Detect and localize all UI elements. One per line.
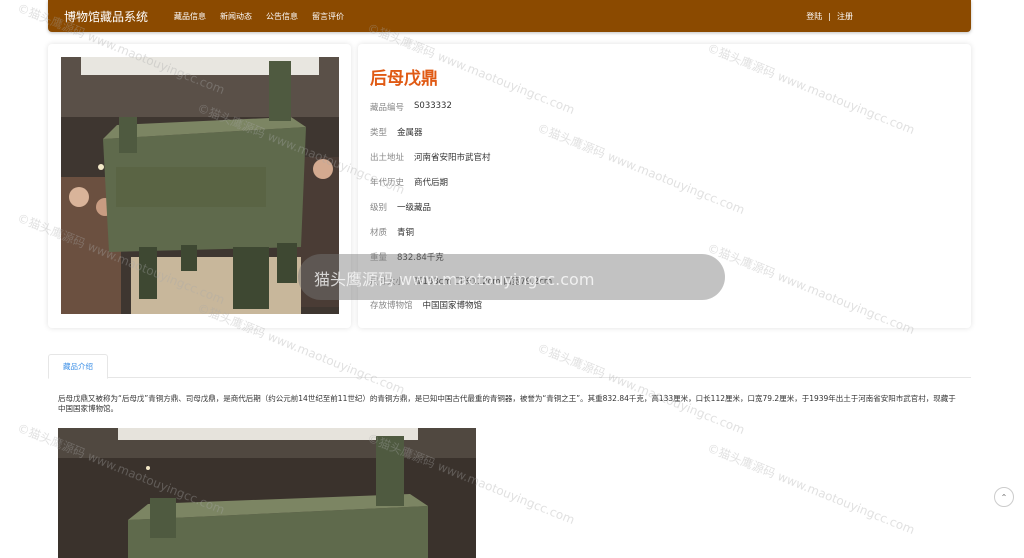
field-value: 中国国家博物馆 (422, 301, 483, 311)
chevron-up-icon: ⌃ (1000, 492, 1008, 502)
field-row-material: 材质 青铜 (370, 226, 414, 238)
description-photo (58, 428, 476, 558)
watermark: ©猫头鹰源码 www.maotouyingcc.com (705, 440, 917, 538)
watermark-overlay: 猫头鹰源码 www.maotouyingcc.com (298, 254, 725, 300)
field-value: 青铜 (397, 228, 415, 238)
overlay-text: 猫头鹰源码 www.maotouyingcc.com (314, 270, 595, 289)
field-row-era: 年代历史 商代后期 (370, 176, 448, 188)
field-row-level: 级别 一级藏品 (370, 201, 431, 213)
field-label: 级别 (370, 203, 388, 213)
nav-link-collections[interactable]: 藏品信息 (174, 11, 206, 22)
field-value: 商代后期 (414, 178, 449, 188)
field-label: 材质 (370, 228, 388, 238)
auth-links: 登陆 | 注册 (806, 11, 853, 22)
item-description: 后母戊鼎又被称为“后母戊”青铜方鼎、司母戊鼎，是商代后期（约公元前14世纪至前1… (58, 394, 956, 413)
nav-link-news[interactable]: 新闻动态 (220, 11, 252, 22)
nav-link-announcements[interactable]: 公告信息 (266, 11, 298, 22)
field-row-type: 类型 金属器 (370, 126, 423, 138)
field-value: S033332 (414, 101, 452, 111)
field-label: 年代历史 (370, 178, 405, 188)
scroll-top-button[interactable]: ⌃ (994, 487, 1014, 507)
field-value: 金属器 (397, 128, 423, 138)
tab-intro[interactable]: 藏品介绍 (48, 354, 108, 379)
nav-link-feedback[interactable]: 留言评价 (312, 11, 344, 22)
field-value: 河南省安阳市武官村 (414, 153, 491, 163)
field-label: 类型 (370, 128, 388, 138)
login-link[interactable]: 登陆 (806, 11, 822, 22)
field-row-number: 藏品编号 S033332 (370, 101, 452, 113)
site-brand[interactable]: 博物馆藏品系统 (64, 8, 174, 25)
top-navbar: 博物馆藏品系统 藏品信息 新闻动态 公告信息 留言评价 登陆 | 注册 (48, 0, 971, 32)
field-value: 一级藏品 (397, 203, 432, 213)
field-label: 存放博物馆 (370, 301, 413, 311)
nav-links: 藏品信息 新闻动态 公告信息 留言评价 (174, 11, 344, 22)
field-row-museum: 存放博物馆 中国国家博物馆 (370, 299, 482, 311)
register-link[interactable]: 注册 (837, 11, 853, 22)
auth-separator: | (828, 11, 831, 21)
field-label: 藏品编号 (370, 103, 405, 113)
field-row-origin: 出土地址 河南省安阳市武官村 (370, 151, 491, 163)
content-tabs: 藏品介绍 (48, 354, 971, 379)
item-title: 后母戊鼎 (370, 69, 438, 89)
field-label: 出土地址 (370, 153, 405, 163)
